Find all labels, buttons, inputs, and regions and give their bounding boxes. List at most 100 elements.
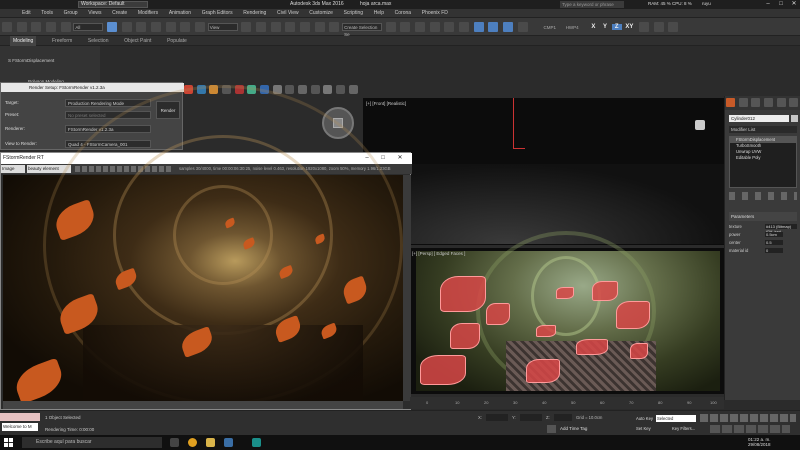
horizontal-scrollbar[interactable] [3,401,403,409]
viewport-persp-label[interactable]: [+] [Persp] [ Edged Faces ] [412,251,465,256]
unlink-icon[interactable] [46,22,57,32]
coord-x-field[interactable] [486,414,508,421]
stack-item[interactable]: Editable Poly [730,155,796,161]
layer-explorer-icon[interactable] [415,22,426,32]
render-setup-icon[interactable] [473,22,484,32]
auto-key-button[interactable]: Auto Key [636,416,653,421]
render-production-icon[interactable] [503,22,514,32]
utilities-tab-icon[interactable] [789,98,799,107]
vertical-scrollbar[interactable] [403,175,411,401]
material-editor-icon[interactable] [459,22,470,32]
move-icon[interactable] [165,22,176,32]
chrome-icon[interactable] [188,438,197,447]
menu-modifiers[interactable]: Modifiers [138,9,158,18]
select-object-icon[interactable] [107,22,118,32]
axis-x-button[interactable]: X [588,24,598,30]
playback-controls[interactable] [700,414,796,422]
create-tab-icon[interactable] [726,98,735,107]
3dsmax-taskbar-icon[interactable] [252,438,261,447]
display-tab-icon[interactable] [776,98,786,107]
menu-phoenix[interactable]: Phoenix FD [422,9,448,18]
reference-coordinate-dropdown[interactable]: View [207,23,238,31]
rotate-icon[interactable] [180,22,191,32]
viewport-layout-icon[interactable] [517,22,528,32]
power-spinner[interactable]: 0.5cm [765,232,783,237]
channel-dropdown[interactable]: Image [1,165,25,173]
file-explorer-icon[interactable] [206,438,215,447]
tab-freeform[interactable]: Freeform [52,36,72,46]
time-tag-icon[interactable] [547,425,556,433]
menu-help[interactable]: Help [374,9,384,18]
tool3-icon[interactable] [298,85,308,94]
material-id-spinner[interactable]: 0 [765,248,783,253]
rectangular-selection-icon[interactable] [136,22,147,32]
store-icon[interactable] [224,438,233,447]
menu-tools[interactable]: Tools [41,9,53,18]
workspace-dropdown[interactable]: Workspace: Default [78,1,148,8]
constraint-icon[interactable] [639,22,650,32]
object-name-field[interactable]: Cylinder012 [729,115,789,122]
key-filters-button[interactable]: Key Filters... [672,426,695,431]
menu-civil-view[interactable]: Civil View [277,9,299,18]
percent-snap-icon[interactable] [314,22,325,32]
pivot-center-icon[interactable] [241,22,252,32]
axis-y-button[interactable]: Y [600,24,610,30]
timeline[interactable]: 0 10 20 30 40 50 60 70 80 90 100 [410,397,724,409]
add-time-tag[interactable]: Add Time Tag [560,426,587,431]
scale-icon[interactable] [195,22,206,32]
curve-editor-icon[interactable] [429,22,440,32]
tool7-icon[interactable] [348,85,358,94]
tool2-icon[interactable] [285,85,295,94]
viewport-front[interactable]: [+] [Front] [Realistic] [363,98,724,245]
tab-populate[interactable]: Populate [167,36,187,46]
window-crossing-icon[interactable] [151,22,162,32]
axis-z-button[interactable]: Z [611,24,622,30]
select-by-name-icon[interactable] [121,22,132,32]
manipulate-icon[interactable] [256,22,267,32]
rendered-frame-window-icon[interactable] [488,22,499,32]
command-cmp1[interactable]: CMP1 [544,25,557,30]
modify-tab-icon[interactable] [738,98,748,107]
mirror-icon[interactable] [385,22,396,32]
close-icon[interactable]: ✕ [394,154,406,163]
view-gizmo-icon[interactable] [695,120,705,130]
menu-corona[interactable]: Corona [395,9,411,18]
windows-start-icon[interactable] [4,438,13,447]
minimize-icon[interactable]: – [762,0,774,9]
tab-selection[interactable]: Selection [88,36,109,46]
keyboard-shortcut-icon[interactable] [270,22,281,32]
user-name[interactable]: ruyu [702,1,711,6]
texture-map-button[interactable]: #413 (Bitmap) (Dif..jpg) [765,224,797,234]
constraint2-icon[interactable] [653,22,664,32]
tool4-icon[interactable] [310,85,320,94]
keyword-search-input[interactable]: Type a keyword or phrase [560,1,624,8]
maximize-icon[interactable]: □ [775,0,787,9]
menu-rendering[interactable]: Rendering [243,9,266,18]
menu-graph-editors[interactable]: Graph Editors [202,9,233,18]
redo-icon[interactable] [16,22,27,32]
tab-object-paint[interactable]: Object Paint [124,36,151,46]
spinner-snap-icon[interactable] [329,22,340,32]
menu-animation[interactable]: Animation [169,9,191,18]
parameters-rollout[interactable]: Parameters [729,212,797,221]
coord-y-field[interactable] [520,414,542,421]
menu-group[interactable]: Group [64,9,78,18]
angle-snap-icon[interactable] [300,22,311,32]
motion-tab-icon[interactable] [764,98,774,107]
menu-create[interactable]: Create [112,9,127,18]
close-icon[interactable]: ✕ [788,0,800,9]
modifier-list-dropdown[interactable]: Modifier List [729,126,797,133]
maximize-icon[interactable]: □ [377,154,389,163]
script-listener-bar[interactable] [0,413,40,421]
bind-space-warp-icon[interactable] [60,22,71,32]
axis-xy-button[interactable]: XY [623,24,635,30]
snaps-toggle-icon[interactable] [285,22,296,32]
maxscript-listener[interactable]: Welcome to M [2,423,38,431]
menu-customize[interactable]: Customize [309,9,333,18]
link-icon[interactable] [31,22,42,32]
hierarchy-tab-icon[interactable] [751,98,761,107]
menu-views[interactable]: Views [88,9,101,18]
tool6-icon[interactable] [336,85,346,94]
command-hwp4[interactable]: HWP4 [566,25,579,30]
navigation-controls[interactable] [710,425,790,433]
